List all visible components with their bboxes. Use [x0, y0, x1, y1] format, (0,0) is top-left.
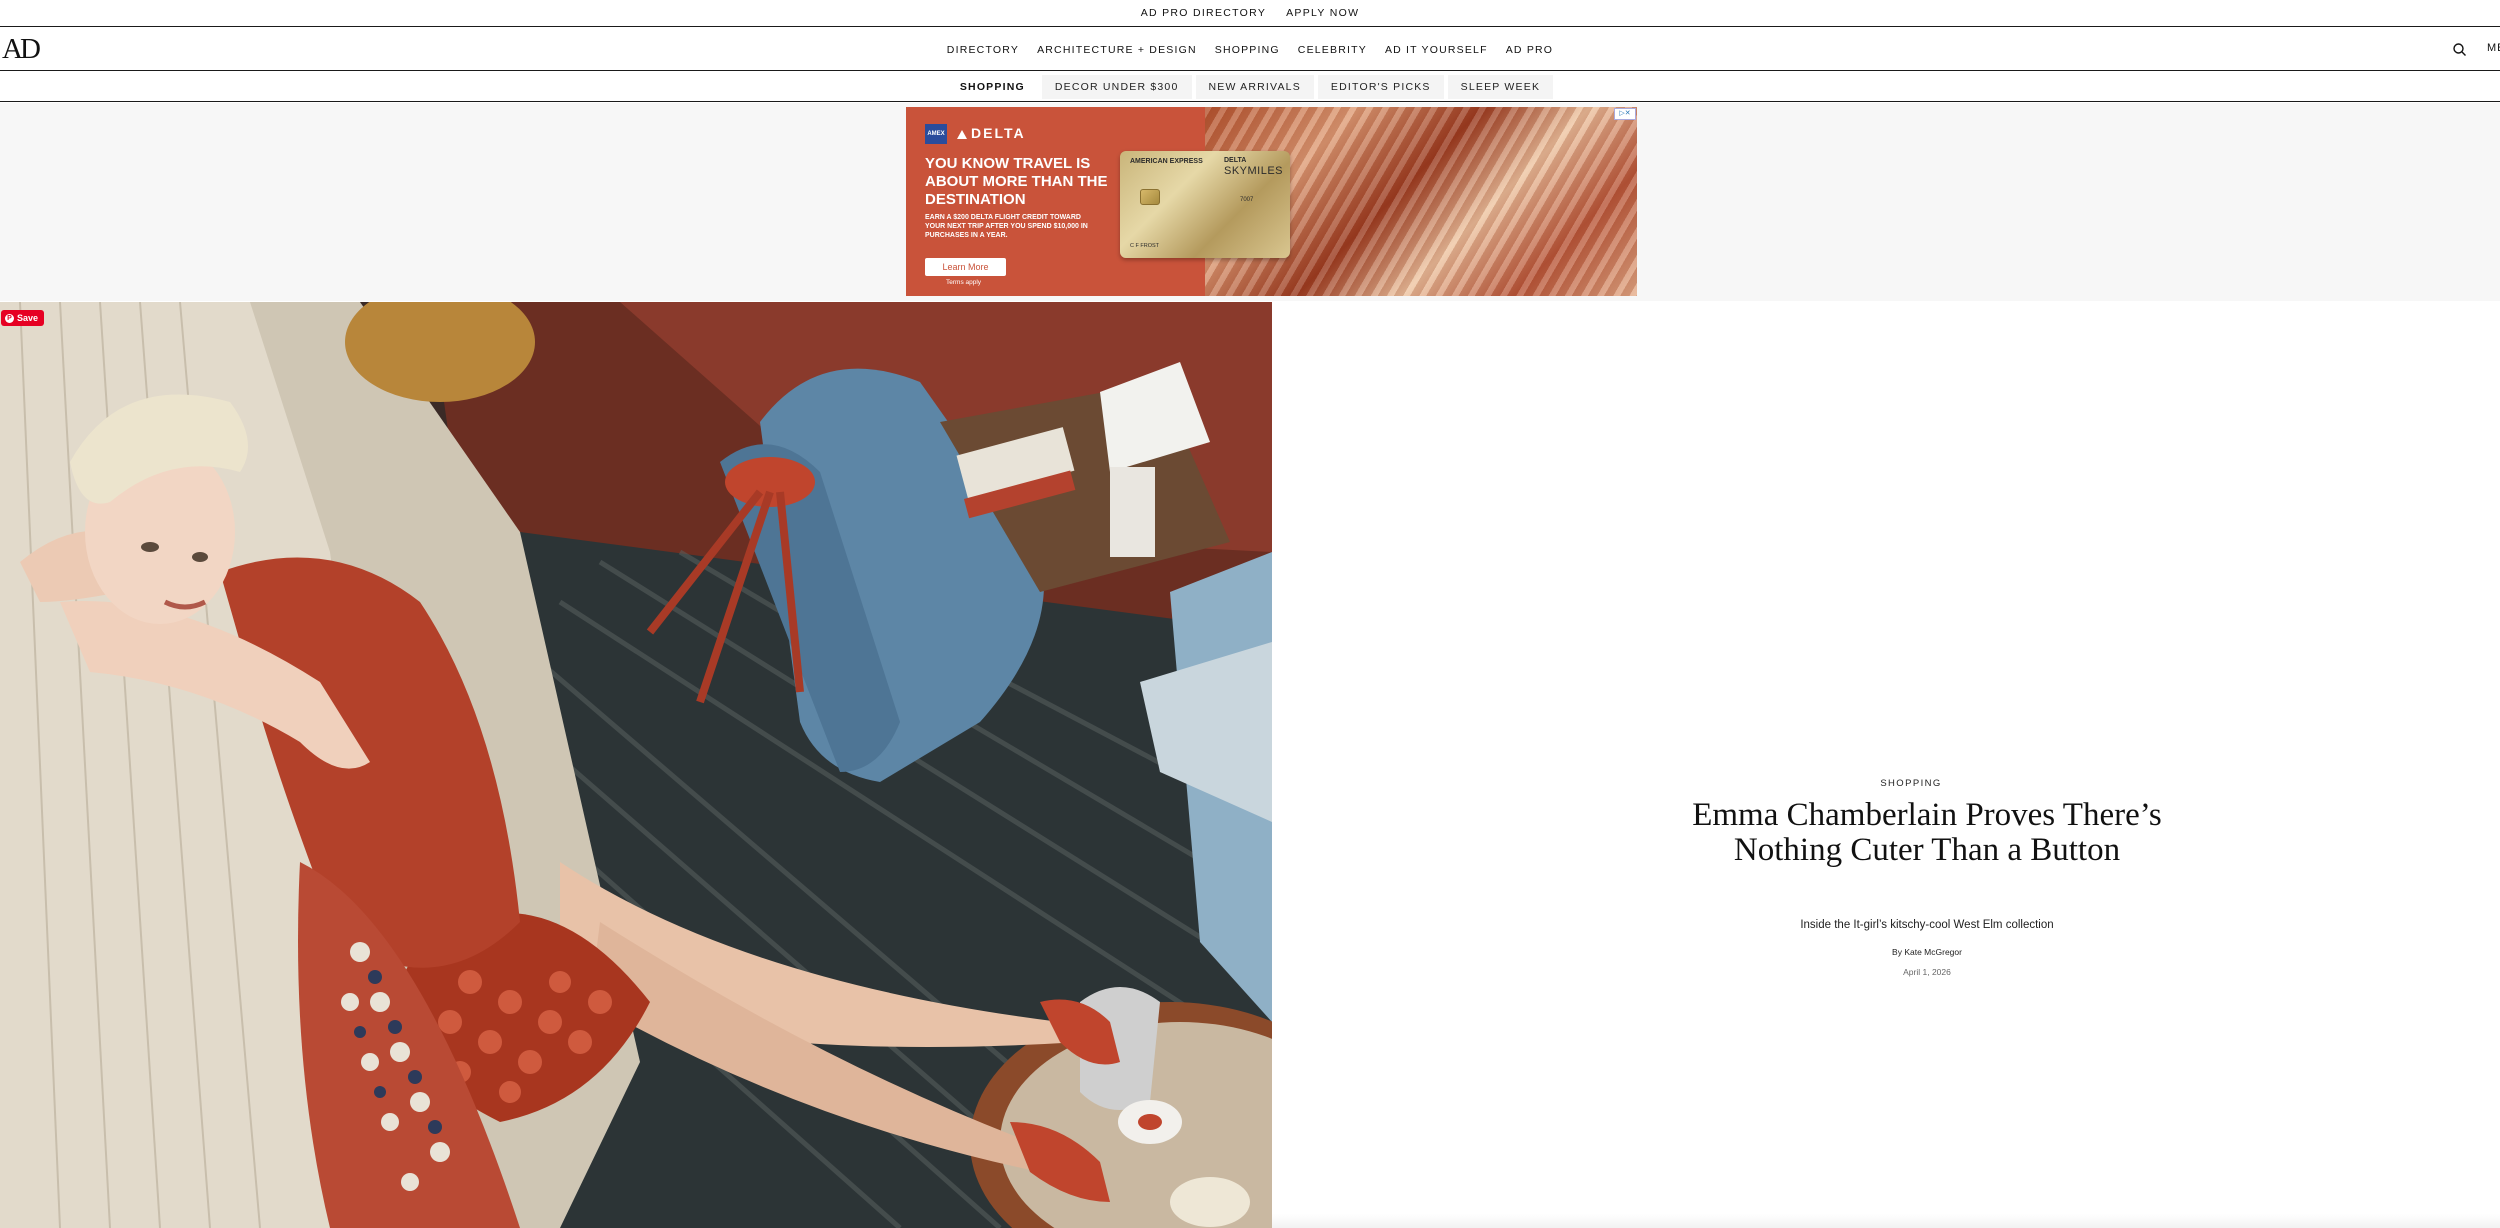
hero-photo: P Save [0, 302, 1272, 1228]
search-button[interactable] [2451, 41, 2469, 59]
nav-links: DIRECTORY ARCHITECTURE + DESIGN SHOPPING… [0, 28, 2500, 71]
amex-badge: AMEX [925, 124, 947, 144]
main-nav: AD DIRECTORY ARCHITECTURE + DESIGN SHOPP… [0, 28, 2500, 71]
ad-body: EARN A $200 DELTA FLIGHT CREDIT TOWARD Y… [925, 214, 1088, 239]
utility-bar: AD PRO DIRECTORY APPLY NOW [0, 0, 2500, 27]
sub-nav-item-sleep-week[interactable]: SLEEP WEEK [1447, 74, 1554, 99]
search-icon [2453, 43, 2466, 56]
card-issuer: AMERICAN EXPRESS [1130, 158, 1203, 165]
adchoices-icon[interactable]: ▷✕ [1614, 108, 1636, 120]
article-headline: Emma Chamberlain Proves There’s Nothing … [1692, 797, 2162, 868]
publish-date: April 1, 2026 [1903, 967, 1951, 977]
article-rubric[interactable]: SHOPPING [1272, 778, 2500, 789]
utility-link-ad-pro-directory[interactable]: AD PRO DIRECTORY [1141, 7, 1266, 19]
nav-item-architecture-design[interactable]: ARCHITECTURE + DESIGN [1037, 44, 1197, 56]
ad-headline: YOU KNOW TRAVEL IS ABOUT MORE THAN THE D… [925, 155, 1108, 208]
article-header: SHOPPING Emma Chamberlain Proves There’s… [1272, 302, 2500, 1228]
nav-item-ad-pro[interactable]: AD PRO [1506, 44, 1553, 56]
nav-item-ad-it-yourself[interactable]: AD IT YOURSELF [1385, 44, 1488, 56]
divider [1272, 1214, 2500, 1228]
credit-card-image: AMERICAN EXPRESS DELTA SKYMILES 7007 C F… [1120, 151, 1290, 258]
article-byline: By Kate McGregor [1665, 947, 2189, 957]
pinterest-icon: P [5, 313, 14, 323]
delta-triangle-icon [957, 130, 967, 139]
sub-nav-item-editors-picks[interactable]: EDITOR'S PICKS [1317, 74, 1444, 99]
card-number: 7007 [1240, 197, 1254, 203]
card-partner: DELTA [1224, 157, 1247, 164]
sub-nav-current-section[interactable]: SHOPPING [946, 74, 1038, 99]
menu-button[interactable]: MENU [2487, 42, 2500, 54]
card-holder: C F FROST [1130, 243, 1160, 249]
delta-ad-banner[interactable]: AMEX DELTA YOU KNOW TRAVEL IS ABOUT MORE… [906, 107, 1637, 296]
card-program: SKYMILES [1224, 165, 1284, 177]
nav-item-shopping[interactable]: SHOPPING [1215, 44, 1280, 56]
learn-more-button[interactable]: Learn More [925, 258, 1006, 276]
author-link[interactable]: Kate McGregor [1904, 947, 1962, 957]
ad-terms: Terms apply [946, 279, 982, 286]
sub-nav-item-new-arrivals[interactable]: NEW ARRIVALS [1195, 74, 1314, 99]
sub-nav-item-decor-under-300[interactable]: DECOR UNDER $300 [1041, 74, 1192, 99]
nav-item-directory[interactable]: DIRECTORY [947, 44, 1019, 56]
byline-prefix: By [1892, 947, 1902, 957]
ad-band: AMEX DELTA YOU KNOW TRAVEL IS ABOUT MORE… [0, 103, 2500, 301]
ad-brand: DELTA [971, 125, 1026, 141]
sub-nav: SHOPPING DECOR UNDER $300 NEW ARRIVALS E… [0, 72, 2500, 102]
utility-link-apply-now[interactable]: APPLY NOW [1286, 7, 1359, 19]
article-dek: Inside the It-girl’s kitschy-cool West E… [1800, 919, 2054, 931]
chip-icon [1140, 189, 1160, 205]
hero-illustration [0, 302, 1272, 1228]
pinterest-save-button[interactable]: P Save [1, 310, 45, 326]
nav-item-celebrity[interactable]: CELEBRITY [1298, 44, 1367, 56]
delta-logo: DELTA [957, 125, 1026, 141]
save-label: Save [17, 313, 39, 323]
